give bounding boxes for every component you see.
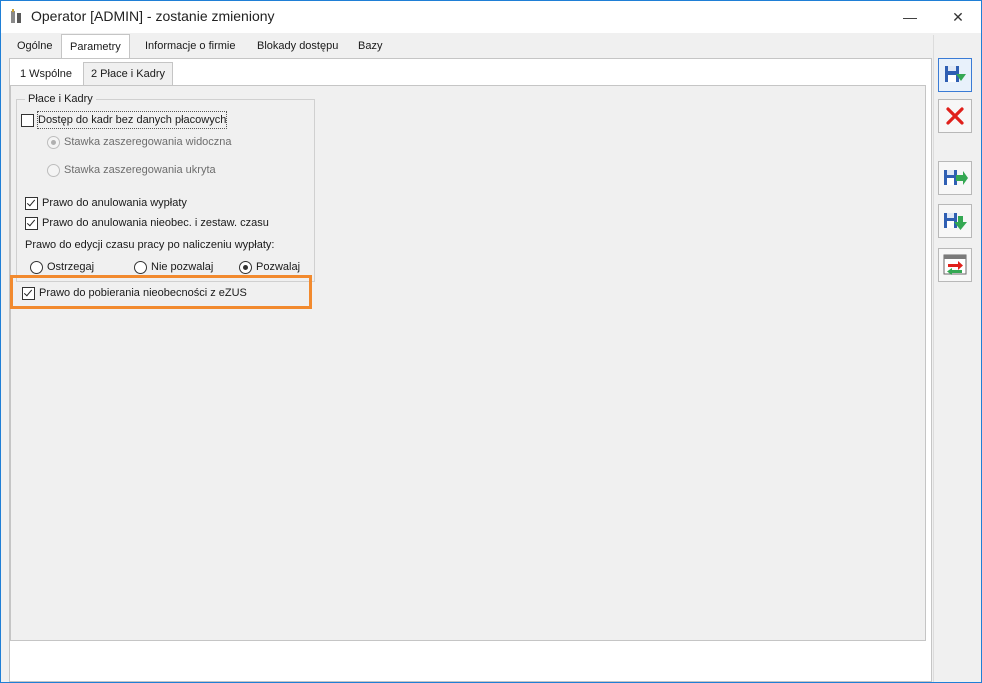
place-i-kadry-panel: Płace i Kadry Dostęp do kadr bez danych … <box>10 85 926 641</box>
group-title: Płace i Kadry <box>25 93 96 105</box>
cancel-absence-checkbox-row[interactable]: Prawo do anulowania nieobec. i zestaw. c… <box>25 215 305 231</box>
cancel-payout-checkbox[interactable] <box>25 197 38 210</box>
save-button[interactable] <box>938 58 972 92</box>
edit-time-ostrzegaj-row[interactable]: Ostrzegaj <box>30 259 110 275</box>
rate-visible-label: Stawka zaszeregowania widoczna <box>64 136 232 148</box>
edit-time-pozwalaj-radio[interactable] <box>239 261 252 274</box>
rate-hidden-label: Stawka zaszeregowania ukryta <box>64 164 216 176</box>
cancel-x-icon <box>946 107 964 125</box>
edit-time-nie-pozwalaj-label: Nie pozwalaj <box>151 261 214 273</box>
transfer-button[interactable] <box>938 248 972 282</box>
rate-visible-radio[interactable] <box>47 136 60 149</box>
highlight-box <box>10 275 312 309</box>
access-no-pay-checkbox-row[interactable]: Dostęp do kadr bez danych płacowych <box>21 111 301 129</box>
tab-bazy[interactable]: Bazy <box>350 36 390 57</box>
edit-time-nie-pozwalaj-row[interactable]: Nie pozwalaj <box>134 259 224 275</box>
rate-hidden-radio-row[interactable]: Stawka zaszeregowania ukryta <box>47 162 297 178</box>
tab-blokady-dostepu[interactable]: Blokady dostępu <box>249 36 346 57</box>
tab-informacje-o-firmie[interactable]: Informacje o firmie <box>137 36 243 57</box>
save-disk-icon <box>945 66 966 82</box>
cancel-button[interactable] <box>938 99 972 133</box>
window-title: Operator [ADMIN] - zostanie zmieniony <box>31 8 275 24</box>
edit-time-nie-pozwalaj-radio[interactable] <box>134 261 147 274</box>
tab-wspolne[interactable]: 1 Wspólne <box>13 64 79 85</box>
operator-window: Operator [ADMIN] - zostanie zmieniony — … <box>0 0 982 683</box>
close-button[interactable]: ✕ <box>935 1 981 33</box>
cancel-absence-label: Prawo do anulowania nieobec. i zestaw. c… <box>42 217 269 229</box>
access-no-pay-label: Dostęp do kadr bez danych płacowych <box>36 111 228 129</box>
edit-time-ostrzegaj-label: Ostrzegaj <box>47 261 95 273</box>
rate-visible-radio-row[interactable]: Stawka zaszeregowania widoczna <box>47 134 297 150</box>
minimize-button[interactable]: — <box>887 1 933 33</box>
save-arrow-icon <box>944 170 968 185</box>
tab-parametry[interactable]: Parametry <box>61 34 130 60</box>
title-bar[interactable]: Operator [ADMIN] - zostanie zmieniony — … <box>1 1 981 33</box>
save-and-next-button[interactable] <box>938 161 972 195</box>
access-no-pay-checkbox[interactable] <box>21 114 34 127</box>
app-icon <box>11 9 21 23</box>
rate-hidden-radio[interactable] <box>47 164 60 177</box>
tab-place-i-kadry[interactable]: 2 Płace i Kadry <box>83 62 173 86</box>
place-i-kadry-group: Płace i Kadry Dostęp do kadr bez danych … <box>16 93 315 282</box>
sidebar-separator <box>933 35 934 682</box>
edit-time-pozwalaj-row[interactable]: Pozwalaj <box>239 259 309 275</box>
edit-time-pozwalaj-label: Pozwalaj <box>256 261 301 273</box>
tab-ogolne[interactable]: Ogólne <box>9 36 60 57</box>
edit-time-ostrzegaj-radio[interactable] <box>30 261 43 274</box>
cancel-payout-label: Prawo do anulowania wypłaty <box>42 197 187 209</box>
save-down-arrow-icon <box>944 213 967 230</box>
save-and-new-button[interactable] <box>938 204 972 238</box>
cancel-absence-checkbox[interactable] <box>25 217 38 230</box>
transfer-window-icon <box>943 254 967 275</box>
cancel-payout-checkbox-row[interactable]: Prawo do anulowania wypłaty <box>25 195 305 211</box>
edit-time-label: Prawo do edycji czasu pracy po naliczeni… <box>25 239 275 251</box>
parametry-panel: 1 Wspólne 2 Płace i Kadry Płace i Kadry … <box>9 58 932 682</box>
